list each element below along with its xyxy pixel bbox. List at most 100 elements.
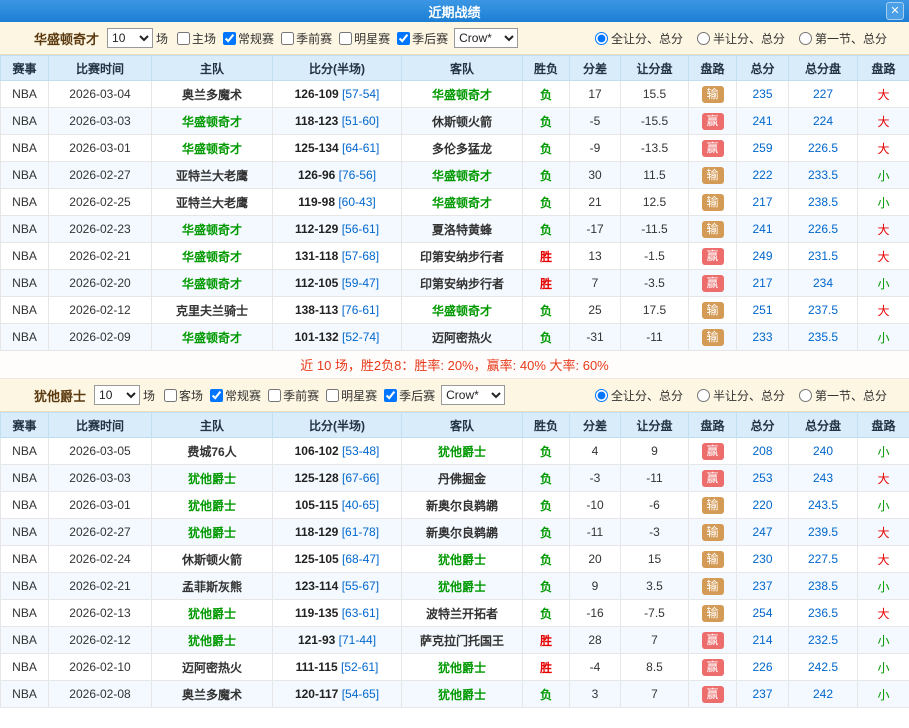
filter-checkbox-option[interactable]: 季后赛 <box>377 387 435 404</box>
over-under-text: 小 <box>877 661 889 675</box>
column-header: 主队 <box>152 56 273 81</box>
handicap-result-cell: 输 <box>689 162 737 189</box>
score-cell: 120-117 [54-65] <box>273 681 402 708</box>
away-team-cell: 华盛顿奇才 <box>402 189 523 216</box>
table-row: NBA2026-02-08奥兰多魔术120-117 [54-65]犹他爵士负37… <box>1 681 909 708</box>
team-name: 新奥尔良鹈鹕 <box>426 526 498 540</box>
over-under-cell: 大 <box>858 108 909 135</box>
filter-checkbox-option[interactable]: 常规赛 <box>216 30 274 47</box>
radio-label: 半让分、总分 <box>713 387 785 404</box>
team-name: 休斯顿火箭 <box>432 115 492 129</box>
team-name-label: 犹他爵士 <box>34 386 86 405</box>
games-count-select[interactable]: 10 <box>107 28 153 48</box>
date-cell: 2026-02-09 <box>49 324 152 351</box>
checkbox-明星赛[interactable] <box>339 32 352 45</box>
league-cell: NBA <box>1 270 49 297</box>
result-cell: 胜 <box>523 243 570 270</box>
filter-checkbox-option[interactable]: 常规赛 <box>203 387 261 404</box>
total-line-cell: 227 <box>789 81 858 108</box>
column-header: 盘路 <box>689 413 737 438</box>
stat-mode-option[interactable]: 半让分、总分 <box>697 387 785 404</box>
result-cell: 负 <box>523 600 570 627</box>
checkbox-季后赛[interactable] <box>397 32 410 45</box>
checkbox-客场[interactable] <box>164 389 177 402</box>
checkbox-常规赛[interactable] <box>223 32 236 45</box>
team-name: 华盛顿奇才 <box>432 88 492 102</box>
team-name: 克里夫兰骑士 <box>176 304 248 318</box>
team-name: 多伦多猛龙 <box>432 142 492 156</box>
table-row: NBA2026-02-24休斯顿火箭125-105 [68-47]犹他爵士负20… <box>1 546 909 573</box>
radio-全让分、总分[interactable] <box>595 32 608 45</box>
table-row: NBA2026-03-01华盛顿奇才125-134 [64-61]多伦多猛龙负-… <box>1 135 909 162</box>
point-diff-cell: -17 <box>570 216 621 243</box>
total-points-cell: 230 <box>737 546 789 573</box>
final-score: 125-105 <box>295 552 339 566</box>
stat-mode-option[interactable]: 全让分、总分 <box>595 387 683 404</box>
filter-checkbox-option[interactable]: 主场 <box>170 30 216 47</box>
table-row: NBA2026-03-01犹他爵士105-115 [40-65]新奥尔良鹈鹕负-… <box>1 492 909 519</box>
filter-checkbox-option[interactable]: 明星赛 <box>332 30 390 47</box>
point-diff-cell: -11 <box>570 519 621 546</box>
header-row: 赛事比赛时间主队比分(半场)客队胜负分差让分盘盘路总分总分盘盘路 <box>1 413 909 438</box>
game-type-select[interactable]: Crow* <box>454 28 518 48</box>
total-line-cell: 226.5 <box>789 135 858 162</box>
final-score: 101-132 <box>295 330 339 344</box>
point-diff-cell: 17 <box>570 81 621 108</box>
home-team-cell: 亚特兰大老鹰 <box>152 189 273 216</box>
filter-checkbox-option[interactable]: 季前赛 <box>261 387 319 404</box>
checkbox-明星赛[interactable] <box>326 389 339 402</box>
handicap-result-cell: 输 <box>689 492 737 519</box>
result-text: 负 <box>540 88 552 102</box>
close-button[interactable]: ✕ <box>886 2 904 20</box>
half-score: [52-61] <box>341 660 378 674</box>
radio-半让分、总分[interactable] <box>697 389 710 402</box>
games-count-select[interactable]: 10 <box>94 385 140 405</box>
score-cell: 106-102 [53-48] <box>273 438 402 465</box>
handicap-result-badge: 赢 <box>702 140 724 157</box>
column-header: 胜负 <box>523 413 570 438</box>
total-points-cell: 237 <box>737 573 789 600</box>
result-text: 负 <box>540 196 552 210</box>
league-cell: NBA <box>1 297 49 324</box>
checkbox-主场[interactable] <box>177 32 190 45</box>
handicap-result-cell: 输 <box>689 216 737 243</box>
result-cell: 负 <box>523 324 570 351</box>
checkbox-季前赛[interactable] <box>281 32 294 45</box>
filter-checkbox-option[interactable]: 季前赛 <box>274 30 332 47</box>
point-diff-cell: -10 <box>570 492 621 519</box>
result-cell: 负 <box>523 492 570 519</box>
away-team-cell: 印第安纳步行者 <box>402 243 523 270</box>
filter-checkbox-option[interactable]: 明星赛 <box>319 387 377 404</box>
league-cell: NBA <box>1 627 49 654</box>
radio-全让分、总分[interactable] <box>595 389 608 402</box>
filter-checkbox-option[interactable]: 客场 <box>157 387 203 404</box>
stat-mode-option[interactable]: 全让分、总分 <box>595 30 683 47</box>
filter-checkbox-option[interactable]: 季后赛 <box>390 30 448 47</box>
total-line-cell: 238.5 <box>789 189 858 216</box>
radio-第一节、总分[interactable] <box>799 32 812 45</box>
total-points-cell: 226 <box>737 654 789 681</box>
home-team-cell: 犹他爵士 <box>152 627 273 654</box>
over-under-cell: 小 <box>858 654 909 681</box>
total-line-cell: 238.5 <box>789 573 858 600</box>
checkbox-季前赛[interactable] <box>268 389 281 402</box>
checkbox-常规赛[interactable] <box>210 389 223 402</box>
point-diff-cell: -5 <box>570 108 621 135</box>
checkbox-label: 季前赛 <box>283 387 319 404</box>
team-name: 华盛顿奇才 <box>432 304 492 318</box>
column-header: 比赛时间 <box>49 56 152 81</box>
column-header: 分差 <box>570 56 621 81</box>
stat-mode-option[interactable]: 第一节、总分 <box>799 387 887 404</box>
column-header: 盘路 <box>858 413 909 438</box>
game-type-select[interactable]: Crow* <box>441 385 505 405</box>
radio-半让分、总分[interactable] <box>697 32 710 45</box>
stat-mode-option[interactable]: 半让分、总分 <box>697 30 785 47</box>
total-line-cell: 237.5 <box>789 297 858 324</box>
radio-第一节、总分[interactable] <box>799 389 812 402</box>
stat-mode-option[interactable]: 第一节、总分 <box>799 30 887 47</box>
checkbox-季后赛[interactable] <box>384 389 397 402</box>
date-cell: 2026-02-24 <box>49 546 152 573</box>
result-cell: 负 <box>523 108 570 135</box>
date-cell: 2026-02-10 <box>49 654 152 681</box>
result-cell: 负 <box>523 189 570 216</box>
